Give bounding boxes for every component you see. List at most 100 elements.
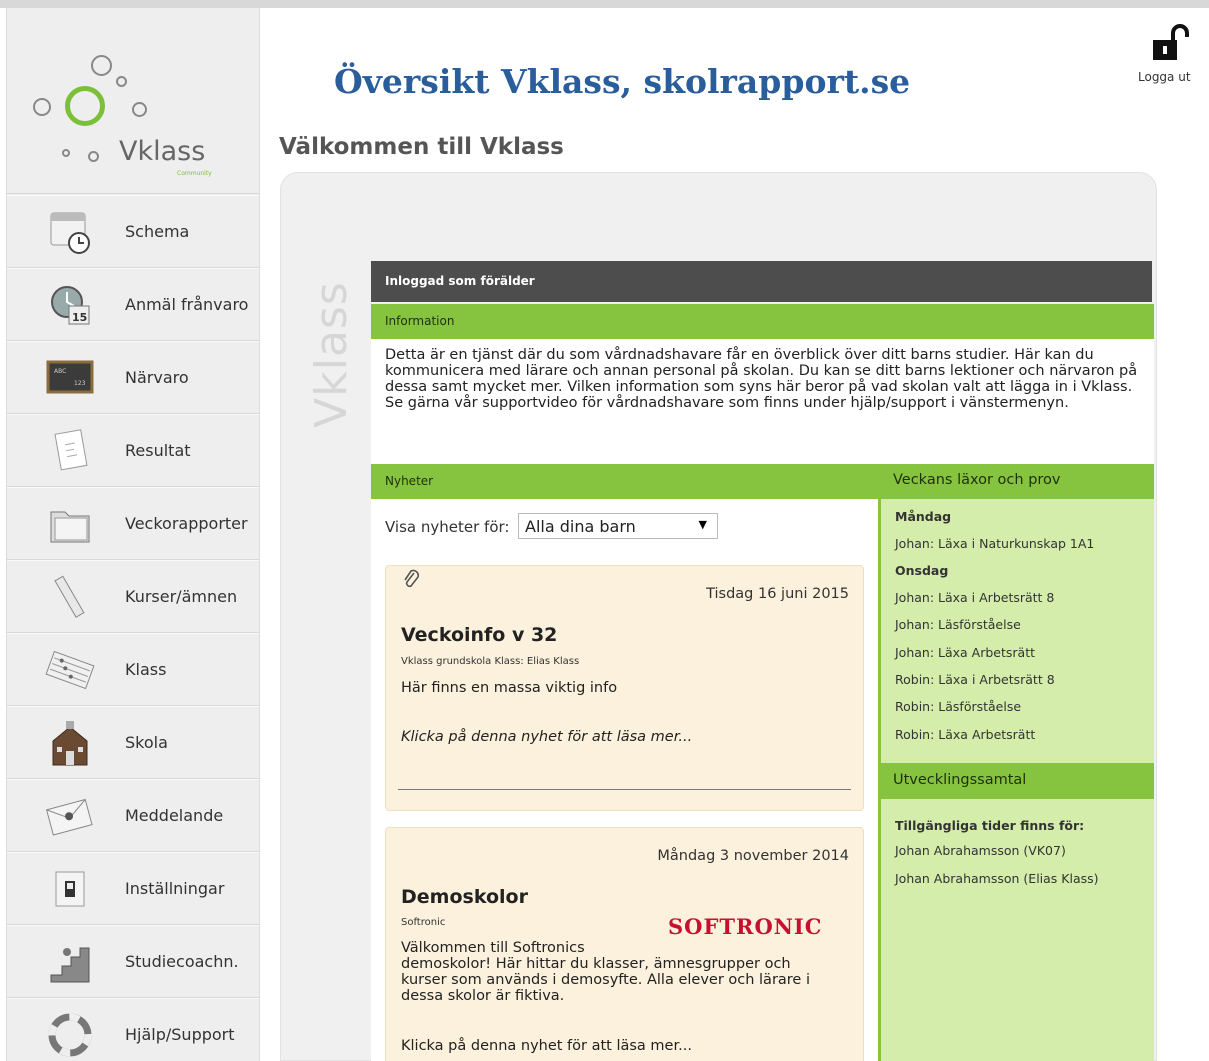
homework-item[interactable]: Robin: Läxa i Arbetsrätt 8 (895, 672, 1055, 687)
sidebar-item-label: Anmäl frånvaro (125, 295, 249, 314)
logo-circle (132, 102, 147, 117)
envelope-icon (45, 792, 95, 840)
logo-circle (62, 149, 70, 157)
sidebar-item-installningar[interactable]: Inställningar (7, 852, 259, 925)
news-meta: Vklass grundskola Klass: Elias Klass (401, 656, 580, 667)
homework-day: Måndag (895, 509, 952, 524)
sidebar-item-kurser-amnen[interactable]: Kurser/ämnen (7, 560, 259, 633)
news-date: Tisdag 16 juni 2015 (706, 586, 849, 602)
homework-item[interactable]: Johan: Läxa Arbetsrätt (895, 645, 1035, 660)
news-filter-label: Visa nyheter för: (385, 518, 510, 536)
sidebar-item-schema[interactable]: Schema (7, 195, 259, 268)
news-card[interactable]: Tisdag 16 juni 2015 Veckoinfo v 32 Vklas… (385, 565, 864, 811)
dropdown-arrow-icon: ▼ (698, 518, 707, 531)
news-read-more[interactable]: Klicka på denna nyhet för att läsa mer..… (401, 1038, 692, 1054)
homework-item[interactable]: Johan: Läxa i Arbetsrätt 8 (895, 590, 1054, 605)
sidebar-item-label: Meddelande (125, 806, 224, 825)
homework-item[interactable]: Robin: Läsförståelse (895, 699, 1021, 714)
school-icon (45, 719, 95, 767)
homework-item[interactable]: Johan: Läsförståelse (895, 617, 1021, 632)
news-body-line: kurser som används i demosyfte. Alla ele… (401, 972, 810, 988)
news-title: Veckoinfo v 32 (401, 624, 558, 646)
logged-in-bar: Inloggad som förälder (371, 261, 1152, 302)
homework-item[interactable]: Johan: Läxa i Naturkunskap 1A1 (895, 536, 1094, 551)
news-meta: Softronic (401, 917, 446, 928)
sidebar-item-label: Närvaro (125, 368, 189, 387)
development-student-link[interactable]: Johan Abrahamsson (VK07) (895, 843, 1066, 858)
paperclip-icon (404, 569, 420, 588)
development-talk-list: Tillgängliga tider finns för: Johan Abra… (878, 799, 1154, 1061)
news-divider (398, 789, 851, 790)
news-title: Demoskolor (401, 886, 528, 908)
sidebar-item-resultat[interactable]: Resultat (7, 414, 259, 487)
logo-circle (91, 55, 112, 76)
sidebar: Vklass Community Schema 15 Anmäl frånvar… (6, 8, 260, 1061)
document-icon (45, 427, 95, 475)
sidebar-item-label: Studiecoachn. (125, 952, 239, 971)
logo-subtitle: Community (177, 170, 212, 177)
sidebar-item-narvaro[interactable]: ABC 123 Närvaro (7, 341, 259, 414)
sidebar-item-meddelande[interactable]: Meddelande (7, 779, 259, 852)
softronic-logo: SOFTRONIC (668, 914, 823, 939)
sidebar-item-label: Kurser/ämnen (125, 587, 238, 606)
news-filter-select[interactable]: Alla dina barn ▼ (518, 513, 718, 539)
news-card[interactable]: Måndag 3 november 2014 Demoskolor Softro… (385, 827, 864, 1061)
logout-label: Logga ut (1138, 70, 1191, 84)
news-read-more[interactable]: Klicka på denna nyhet för att läsa mer..… (401, 729, 692, 745)
svg-text:ABC: ABC (54, 368, 66, 375)
logo-circle (88, 151, 99, 162)
logo-circle-green (65, 86, 105, 126)
news-body: Här finns en massa viktig info (401, 680, 618, 696)
sidebar-item-veckorapporter[interactable]: Veckorapporter (7, 487, 259, 560)
development-available-label: Tillgängliga tider finns för: (895, 818, 1085, 833)
sidebar-item-label: Inställningar (125, 879, 225, 898)
svg-text:123: 123 (74, 380, 86, 387)
svg-text:15: 15 (72, 311, 87, 324)
development-student-link[interactable]: Johan Abrahamsson (Elias Klass) (895, 871, 1099, 886)
stairs-icon (45, 938, 95, 986)
blackboard-icon: ABC 123 (45, 354, 95, 402)
sidebar-item-anmal-franvaro[interactable]: 15 Anmäl frånvaro (7, 268, 259, 341)
development-talk-header: Utvecklingssamtal (878, 763, 1154, 799)
homework-list: Måndag Johan: Läxa i Naturkunskap 1A1 On… (878, 499, 1154, 763)
sidebar-item-hjalp-support[interactable]: Hjälp/Support (7, 998, 259, 1061)
sidebar-item-klass[interactable]: Klass (7, 633, 259, 706)
calendar-clock-icon (45, 208, 95, 256)
vklass-side-text: Vklass (305, 281, 357, 428)
vklass-side-label: Vklass (296, 281, 357, 429)
sidebar-item-label: Hjälp/Support (125, 1025, 235, 1044)
clock-calendar-icon: 15 (45, 281, 95, 329)
information-text: Detta är en tjänst där du som vårdnadsha… (371, 339, 1154, 464)
news-filter-value: Alla dina barn (525, 517, 636, 536)
news-date: Måndag 3 november 2014 (657, 848, 849, 864)
news-header: Nyheter (371, 464, 878, 499)
sidebar-item-label: Schema (125, 222, 190, 241)
folder-icon (45, 500, 95, 548)
sidebar-item-label: Klass (125, 660, 167, 679)
logo-circle (33, 98, 51, 116)
ruler-icon (45, 573, 95, 621)
switch-icon (45, 865, 95, 913)
homework-header: Veckans läxor och prov (878, 464, 1154, 499)
sidebar-nav: Schema 15 Anmäl frånvaro ABC 123 Närvaro … (7, 195, 259, 1061)
news-body-line: dessa skolor är fiktiva. (401, 988, 565, 1004)
news-body-line: Välkommen till Softronics (401, 940, 585, 956)
news-body: Välkommen till Softronics demoskolor! Hä… (401, 940, 856, 1004)
sidebar-item-label: Skola (125, 733, 168, 752)
homework-item[interactable]: Robin: Läxa Arbetsrätt (895, 727, 1035, 742)
unlock-icon (1153, 24, 1189, 60)
logout-button[interactable]: Logga ut (1138, 20, 1198, 90)
welcome-heading: Välkommen till Vklass (279, 134, 564, 160)
news-body-line: demoskolor! Här hittar du klasser, ämnes… (401, 956, 791, 972)
top-rule (0, 0, 1209, 8)
logo-circle (116, 76, 127, 87)
sidebar-item-label: Veckorapporter (125, 514, 248, 533)
information-header: Information (371, 304, 1154, 339)
sidebar-item-studiecoachn[interactable]: Studiecoachn. (7, 925, 259, 998)
homework-day: Onsdag (895, 563, 949, 578)
page-title: Översikt Vklass, skolrapport.se (334, 62, 911, 101)
sidebar-item-label: Resultat (125, 441, 191, 460)
sidebar-item-skola[interactable]: Skola (7, 706, 259, 779)
lifebuoy-icon (45, 1011, 95, 1059)
vklass-logo[interactable]: Vklass Community (7, 8, 259, 194)
